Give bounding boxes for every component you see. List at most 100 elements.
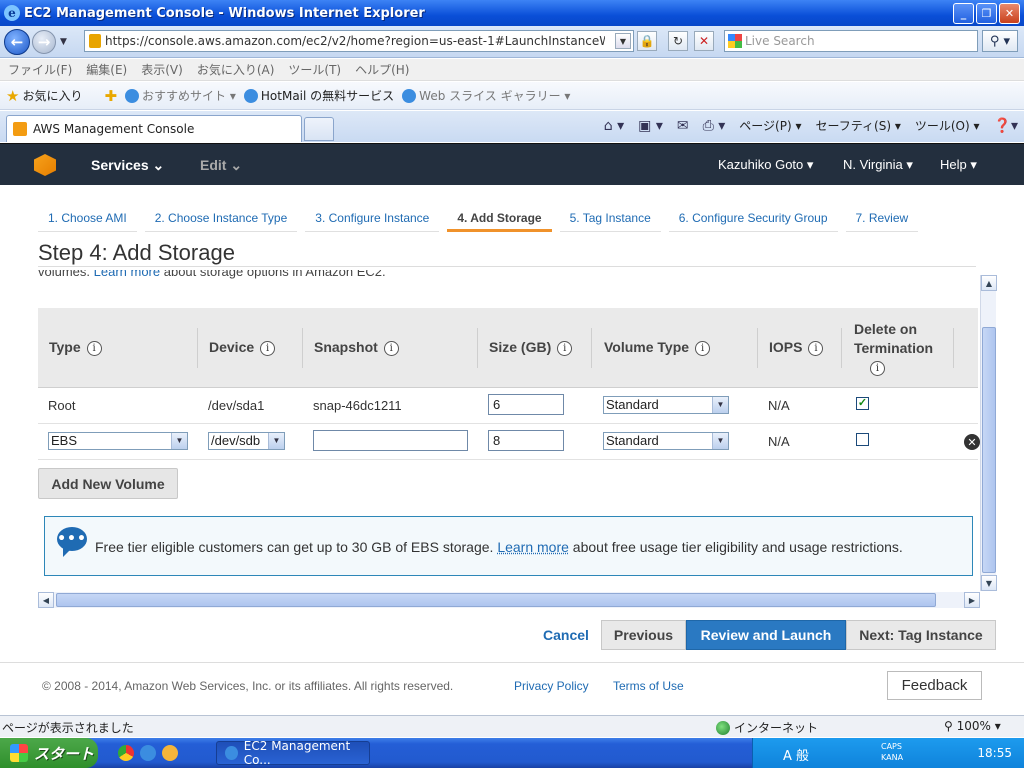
feedback-button[interactable]: Feedback xyxy=(887,671,982,700)
new-tab-button[interactable] xyxy=(304,117,334,141)
address-dropdown-icon[interactable]: ▼ xyxy=(615,33,631,49)
scroll-thumb[interactable] xyxy=(56,593,936,607)
forward-button[interactable]: → xyxy=(32,29,56,54)
help-menu[interactable]: Help ▾ xyxy=(940,157,977,173)
size-input[interactable] xyxy=(488,394,564,415)
step-choose-ami[interactable]: 1. Choose AMI xyxy=(38,207,137,232)
favorite-suggested-sites[interactable]: おすすめサイト ▾ xyxy=(125,87,236,104)
browser-tab-aws[interactable]: AWS Management Console xyxy=(6,115,302,142)
delete-on-termination-checkbox[interactable]: ✓ xyxy=(856,397,869,410)
scroll-left-icon[interactable]: ◀ xyxy=(38,592,54,608)
menu-help[interactable]: ヘルプ(H) xyxy=(355,61,409,78)
delete-on-termination-checkbox[interactable] xyxy=(856,433,869,446)
zoom-level[interactable]: ⚲ 100% ▾ xyxy=(944,719,1001,733)
horizontal-scrollbar[interactable]: ◀ ▶ xyxy=(38,592,980,608)
page-menu[interactable]: ページ(P) ▾ xyxy=(739,117,801,134)
wizard-steps: 1. Choose AMI 2. Choose Instance Type 3.… xyxy=(38,207,926,233)
menu-view[interactable]: 表示(V) xyxy=(141,61,183,78)
menu-favorites[interactable]: お気に入り(A) xyxy=(197,61,275,78)
step-choose-instance-type[interactable]: 2. Choose Instance Type xyxy=(144,207,298,232)
volume-type-select[interactable]: Standard ▼ xyxy=(603,396,729,414)
stop-icon[interactable]: ✕ xyxy=(694,31,714,51)
print-icon[interactable]: ⎙ ▾ xyxy=(703,118,726,134)
refresh-icon[interactable]: ↻ xyxy=(668,31,688,51)
start-button[interactable]: スタート xyxy=(0,738,98,768)
scroll-thumb[interactable] xyxy=(982,327,996,573)
scroll-up-icon[interactable]: ▲ xyxy=(981,275,997,291)
header-type: Type i xyxy=(49,339,102,356)
mail-icon[interactable]: ✉ xyxy=(677,118,689,134)
ie-logo-icon: e xyxy=(4,5,20,21)
learn-more-free-tier-link[interactable]: Learn more xyxy=(497,539,569,555)
device-select[interactable]: /dev/sdb ▼ xyxy=(208,432,285,450)
step-review[interactable]: 7. Review xyxy=(845,207,919,232)
vertical-scrollbar[interactable]: ▲ ▼ xyxy=(980,275,997,591)
page-title: Step 4: Add Storage xyxy=(38,240,235,265)
review-and-launch-button[interactable]: Review and Launch xyxy=(686,620,846,650)
menu-edit[interactable]: 編集(E) xyxy=(86,61,127,78)
taskbar-item-ie[interactable]: EC2 Management Co... xyxy=(216,739,370,767)
step-configure-security-group[interactable]: 6. Configure Security Group xyxy=(668,207,838,232)
region-menu[interactable]: N. Virginia ▾ xyxy=(843,157,913,173)
info-icon[interactable]: i xyxy=(808,340,824,356)
scroll-right-icon[interactable]: ▶ xyxy=(964,592,980,608)
chrome-icon[interactable] xyxy=(118,745,134,761)
feeds-icon[interactable]: ▣ ▾ xyxy=(638,118,663,134)
history-dropdown-icon[interactable]: ▼ xyxy=(60,37,67,47)
scroll-down-icon[interactable]: ▼ xyxy=(981,575,997,591)
ime-indicator[interactable]: A 般 xyxy=(783,745,809,764)
windows-taskbar: スタート EC2 Management Co... A 般 CAPS KANA 1… xyxy=(0,738,1024,768)
cancel-link[interactable]: Cancel xyxy=(543,627,589,643)
back-button[interactable]: ← xyxy=(4,28,30,55)
favorites-button[interactable]: ★ お気に入り xyxy=(6,87,82,105)
services-menu[interactable]: Services ⌄ xyxy=(91,157,164,174)
info-icon[interactable]: i xyxy=(86,340,102,356)
terms-of-use-link[interactable]: Terms of Use xyxy=(613,679,684,693)
volume-category-select[interactable]: EBS ▼ xyxy=(48,432,188,450)
aws-cube-logo-icon[interactable] xyxy=(34,154,56,176)
title-divider xyxy=(38,266,976,267)
row-device: /dev/sda1 xyxy=(208,398,265,413)
size-input[interactable] xyxy=(488,430,564,451)
add-favorite-icon[interactable]: ✚ xyxy=(104,87,117,105)
ssl-lock-icon[interactable]: 🔒 xyxy=(637,31,657,51)
remove-volume-icon[interactable]: ✕ xyxy=(964,434,980,450)
privacy-policy-link[interactable]: Privacy Policy xyxy=(514,679,589,693)
info-icon[interactable]: i xyxy=(557,340,573,356)
messenger-icon[interactable] xyxy=(162,745,178,761)
menu-tools[interactable]: ツール(T) xyxy=(288,61,341,78)
system-tray: A 般 CAPS KANA 18:55 xyxy=(752,738,1024,768)
edit-menu[interactable]: Edit ⌄ xyxy=(200,157,242,174)
learn-more-storage-link[interactable]: Learn more xyxy=(94,270,160,279)
restore-button[interactable]: ❐ xyxy=(976,3,997,24)
info-icon[interactable]: i xyxy=(870,360,885,376)
menu-file[interactable]: ファイル(F) xyxy=(8,61,72,78)
ie-icon[interactable] xyxy=(140,745,156,761)
info-icon[interactable]: i xyxy=(695,340,711,356)
favorite-web-slice-gallery[interactable]: Web スライス ギャラリー ▾ xyxy=(402,87,570,104)
next-tag-instance-button[interactable]: Next: Tag Instance xyxy=(846,620,996,650)
home-icon[interactable]: ⌂ ▾ xyxy=(604,118,624,134)
add-new-volume-button[interactable]: Add New Volume xyxy=(38,468,178,499)
caps-kana-indicator: CAPS KANA xyxy=(881,742,904,762)
address-bar[interactable]: https://console.aws.amazon.com/ec2/v2/ho… xyxy=(84,30,634,52)
volume-type-select[interactable]: Standard ▼ xyxy=(603,432,729,450)
step-configure-instance[interactable]: 3. Configure Instance xyxy=(305,207,440,232)
minimize-button[interactable]: _ xyxy=(953,3,974,24)
close-window-button[interactable]: ✕ xyxy=(999,3,1020,24)
step-add-storage[interactable]: 4. Add Storage xyxy=(447,207,552,232)
favorite-hotmail[interactable]: HotMail の無料サービス xyxy=(243,87,394,104)
security-zone: インターネット xyxy=(716,719,818,736)
step-tag-instance[interactable]: 5. Tag Instance xyxy=(559,207,661,232)
previous-button[interactable]: Previous xyxy=(601,620,686,650)
help-icon[interactable]: ❓▾ xyxy=(994,118,1018,134)
info-icon[interactable]: i xyxy=(383,340,399,356)
search-button[interactable]: ⚲ ▾ xyxy=(982,30,1018,52)
safety-menu[interactable]: セーフティ(S) ▾ xyxy=(815,117,900,134)
tools-menu[interactable]: ツール(O) ▾ xyxy=(915,117,980,134)
user-menu[interactable]: Kazuhiko Goto ▾ xyxy=(718,157,813,173)
info-icon[interactable]: i xyxy=(260,340,276,356)
window-controls: _ ❐ ✕ xyxy=(953,3,1020,24)
search-input[interactable]: Live Search xyxy=(724,30,978,52)
snapshot-input[interactable] xyxy=(313,430,468,451)
